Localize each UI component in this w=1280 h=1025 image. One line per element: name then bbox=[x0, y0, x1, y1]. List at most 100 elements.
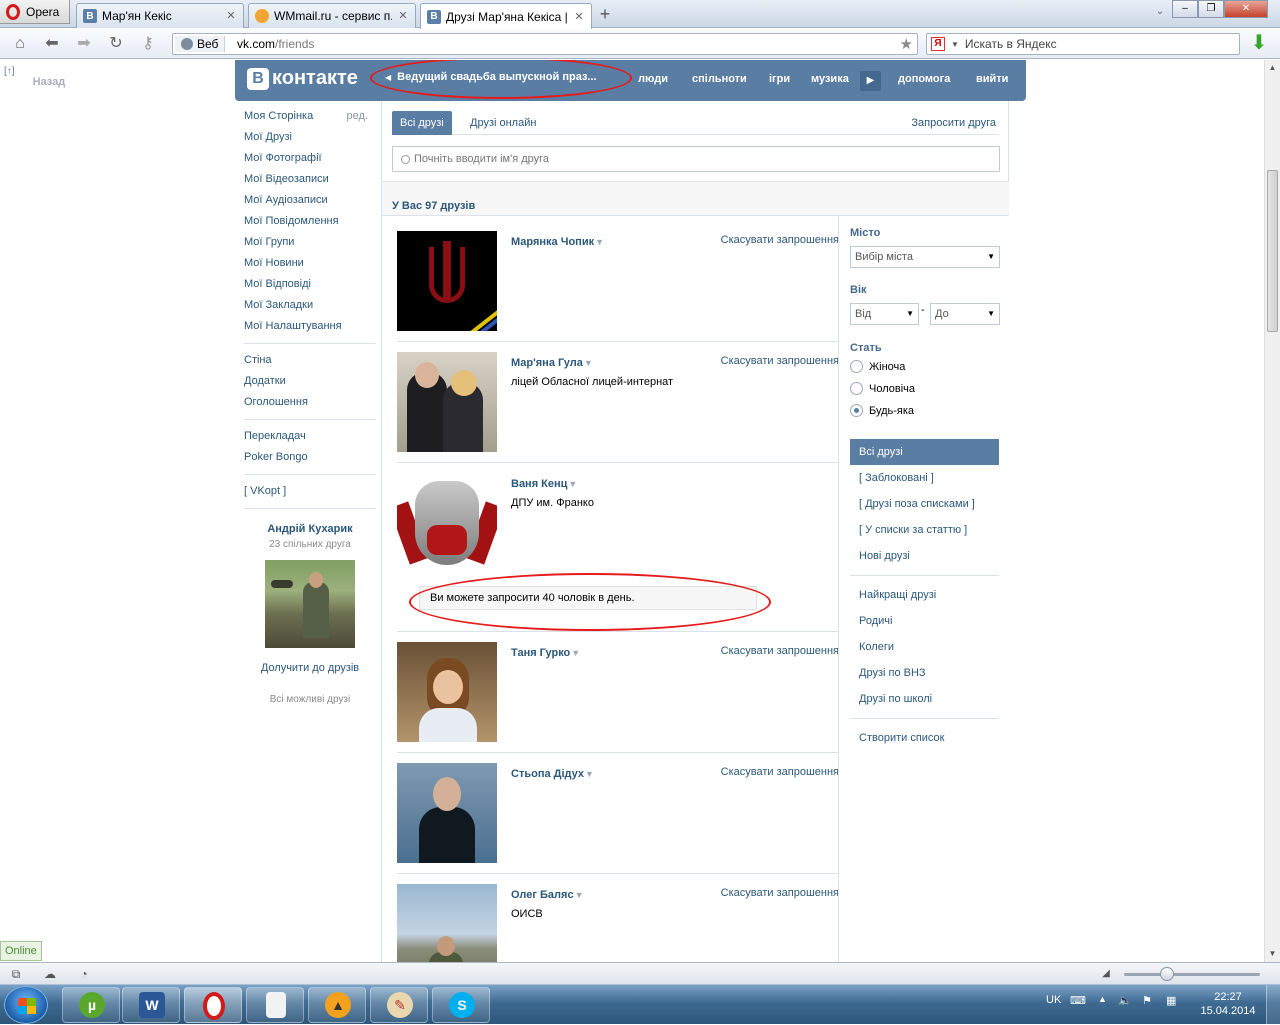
sidebar-item-bookmarks[interactable]: Мої Закладки bbox=[244, 299, 376, 320]
nav-people[interactable]: люди bbox=[638, 73, 668, 85]
sidebar-item-apps[interactable]: Додатки bbox=[244, 375, 376, 396]
close-window-icon[interactable]: ✕ bbox=[1224, 0, 1268, 18]
friend-photo[interactable] bbox=[397, 642, 497, 742]
tab-menu-chevron-icon[interactable]: ⌄ bbox=[1150, 2, 1170, 22]
vk-logo[interactable]: В контакте bbox=[247, 67, 358, 90]
sidebar-item-translator[interactable]: Перекладач bbox=[244, 430, 376, 451]
nav-help[interactable]: допомога bbox=[898, 73, 950, 85]
action-center-flag-icon[interactable]: ⚑ bbox=[1142, 994, 1152, 1007]
sidebar-item-messages[interactable]: Мої Повідомлення bbox=[244, 215, 376, 236]
browser-tab-3-active[interactable]: В Друзі Мар'яна Кекіса |... ✕ bbox=[420, 3, 592, 29]
friend-name[interactable]: Мар'яна Гула▼ bbox=[511, 357, 593, 369]
list-university-friends[interactable]: Друзі по ВНЗ bbox=[859, 667, 926, 679]
list-blocked[interactable]: [ Заблоковані ] bbox=[859, 472, 934, 484]
create-list-link[interactable]: Створити список bbox=[859, 732, 944, 744]
network-icon[interactable]: ▦ bbox=[1166, 994, 1176, 1007]
keyboard-icon[interactable]: ⌨ bbox=[1070, 994, 1086, 1007]
nav-logout[interactable]: вийти bbox=[976, 73, 1008, 85]
list-all-friends-selected[interactable]: Всі друзі bbox=[850, 439, 999, 465]
sidebar-item-news[interactable]: Мої Новини bbox=[244, 257, 376, 278]
friend-search-input[interactable]: Почніть вводити ім'я друга bbox=[392, 146, 1000, 172]
tab-friends-online[interactable]: Друзі онлайн bbox=[470, 117, 536, 129]
invite-friend-link[interactable]: Запросити друга bbox=[911, 117, 996, 129]
show-desktop-button[interactable] bbox=[1266, 985, 1280, 1025]
sidebar-item-audio[interactable]: Мої Аудіозаписи bbox=[244, 194, 376, 215]
page-scrollbar[interactable]: ▲ ▼ bbox=[1264, 60, 1280, 962]
home-icon[interactable]: ⌂ bbox=[10, 34, 30, 54]
age-to-select[interactable]: До ▼ bbox=[930, 303, 1000, 325]
list-relatives[interactable]: Родичі bbox=[859, 615, 892, 627]
sidebar-item-groups[interactable]: Мої Групи bbox=[244, 236, 376, 257]
friend-photo[interactable] bbox=[397, 231, 497, 331]
taskbar-utorrent[interactable]: µ bbox=[62, 987, 120, 1023]
taskbar-paint[interactable]: ✎ bbox=[370, 987, 428, 1023]
back-arrow-icon[interactable]: ⬅ bbox=[42, 34, 62, 54]
start-button[interactable] bbox=[4, 986, 48, 1024]
list-school-friends[interactable]: Друзі по школі bbox=[859, 693, 932, 705]
address-bar[interactable]: Веб vk.com/friends ★ bbox=[172, 33, 918, 55]
sidebar-item-ads[interactable]: Оголошення bbox=[244, 396, 376, 417]
download-arrow-icon[interactable]: ⬇ bbox=[1248, 33, 1270, 55]
nav-music[interactable]: музика bbox=[811, 73, 849, 85]
friend-menu-dropdown-icon[interactable]: ▼ bbox=[568, 479, 577, 489]
opera-menu-button[interactable]: Opera bbox=[0, 0, 70, 24]
age-from-select[interactable]: Від ▼ bbox=[850, 303, 919, 325]
friend-name[interactable]: Таня Гурко▼ bbox=[511, 647, 580, 659]
suggestion-all-link[interactable]: Всі можливі друзі bbox=[244, 694, 376, 705]
friend-photo[interactable] bbox=[397, 473, 497, 573]
sidebar-item-poker-bongo[interactable]: Poker Bongo bbox=[244, 451, 376, 472]
friend-name[interactable]: Олег Баляс▼ bbox=[511, 889, 583, 901]
close-tab-icon[interactable]: ✕ bbox=[225, 10, 237, 22]
sex-radio-male[interactable]: Чоловіча bbox=[850, 382, 915, 395]
suggestion-name[interactable]: Андрій Кухарик bbox=[244, 523, 376, 535]
friend-name[interactable]: Марянка Чопик▼ bbox=[511, 236, 604, 248]
taskbar-skype[interactable]: S bbox=[432, 987, 490, 1023]
cloud-sync-icon[interactable]: ☁ bbox=[42, 966, 58, 982]
suggestion-add-button[interactable]: Долучити до друзів bbox=[244, 662, 376, 674]
friend-menu-dropdown-icon[interactable]: ▼ bbox=[584, 358, 593, 368]
sex-radio-any[interactable]: Будь-яка bbox=[850, 404, 914, 417]
minimize-icon[interactable]: – bbox=[1172, 0, 1198, 18]
cancel-invite-link[interactable]: Скасувати запрошення bbox=[721, 645, 839, 657]
sidebar-edit-link[interactable]: ред. bbox=[347, 110, 368, 122]
taskbar-aimp[interactable]: ▲ bbox=[308, 987, 366, 1023]
sidebar-item-vkopt[interactable]: [ VKopt ] bbox=[244, 485, 376, 506]
back-link[interactable]: [↑] Назад bbox=[4, 66, 65, 88]
zoom-out-icon[interactable]: ◢ bbox=[1098, 966, 1114, 982]
friend-name[interactable]: Ваня Кенц▼ bbox=[511, 478, 577, 490]
list-new-friends[interactable]: Нові друзі bbox=[859, 550, 910, 562]
tab-all-friends[interactable]: Всі друзі bbox=[392, 111, 452, 135]
friend-photo[interactable] bbox=[397, 352, 497, 452]
friend-menu-dropdown-icon[interactable]: ▼ bbox=[595, 237, 604, 247]
scroll-up-icon[interactable]: ▲ bbox=[1265, 60, 1280, 76]
sidebar-item-wall[interactable]: Стіна bbox=[244, 354, 376, 375]
music-play-icon[interactable]: ▶ bbox=[860, 71, 881, 91]
search-engine-dropdown-icon[interactable]: ▼ bbox=[951, 40, 959, 49]
taskbar-word[interactable]: W bbox=[122, 987, 180, 1023]
close-tab-icon[interactable]: ✕ bbox=[573, 11, 585, 23]
friend-menu-dropdown-icon[interactable]: ▼ bbox=[575, 890, 584, 900]
zoom-slider-knob[interactable] bbox=[1160, 967, 1174, 981]
close-tab-icon[interactable]: ✕ bbox=[397, 10, 409, 22]
friend-name[interactable]: Стьопа Дідух▼ bbox=[511, 768, 594, 780]
friend-photo[interactable] bbox=[397, 763, 497, 863]
speed-dial-icon[interactable]: ◔ bbox=[76, 966, 92, 982]
radio-circle[interactable] bbox=[850, 382, 863, 395]
nav-communities[interactable]: спільноти bbox=[692, 73, 747, 85]
forward-arrow-icon[interactable]: ➡ bbox=[74, 34, 94, 54]
sidebar-item-photos[interactable]: Мої Фотографії bbox=[244, 152, 376, 173]
taskbar-opera-active[interactable] bbox=[184, 987, 242, 1023]
web-security-chip[interactable]: Веб bbox=[175, 36, 226, 52]
scroll-down-icon[interactable]: ▼ bbox=[1265, 946, 1280, 962]
nav-games[interactable]: ігри bbox=[769, 73, 790, 85]
volume-icon[interactable]: 🔈 bbox=[1118, 994, 1132, 1007]
address-url[interactable]: vk.com/friends bbox=[237, 37, 314, 51]
radio-circle[interactable] bbox=[850, 360, 863, 373]
taskbar-clock[interactable]: 22:27 15.04.2014 bbox=[1200, 990, 1256, 1018]
reload-icon[interactable]: ↻ bbox=[106, 34, 126, 54]
cancel-invite-link[interactable]: Скасувати запрошення bbox=[721, 234, 839, 246]
new-tab-plus-icon[interactable]: + bbox=[594, 5, 616, 25]
friend-menu-dropdown-icon[interactable]: ▼ bbox=[571, 648, 580, 658]
friend-photo[interactable] bbox=[397, 884, 497, 962]
friend-menu-dropdown-icon[interactable]: ▼ bbox=[585, 769, 594, 779]
